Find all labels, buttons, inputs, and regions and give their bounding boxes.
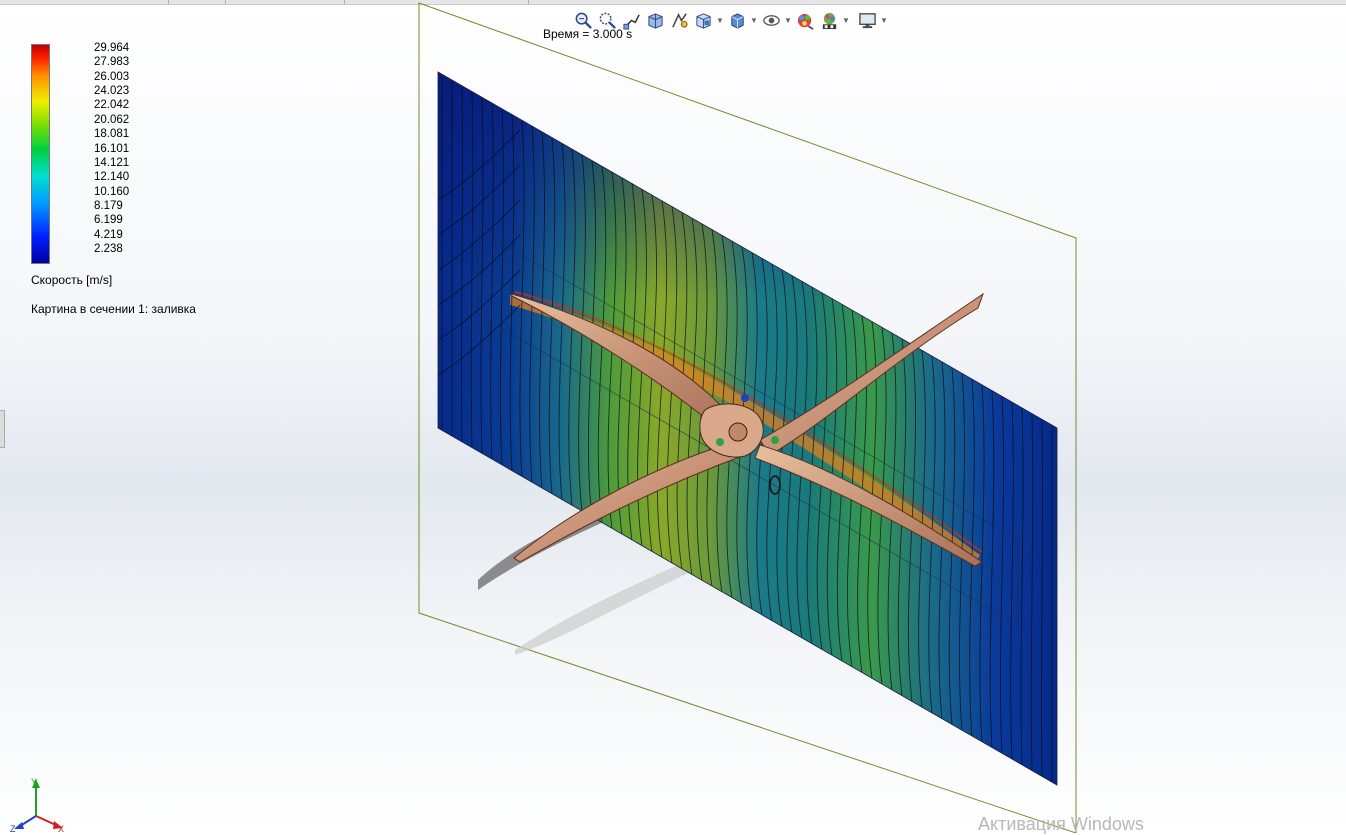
triad-z-label: Z (10, 824, 16, 833)
windows-activation-watermark: Активация Windows (978, 814, 1144, 834)
coordinate-triad: Y X Z (10, 777, 64, 833)
graphics-viewport[interactable] (0, 0, 1346, 833)
streamline (451, 80, 453, 438)
streamline (1051, 425, 1053, 783)
triad-y-label: Y (31, 777, 37, 787)
triad-x-label: X (58, 824, 64, 833)
